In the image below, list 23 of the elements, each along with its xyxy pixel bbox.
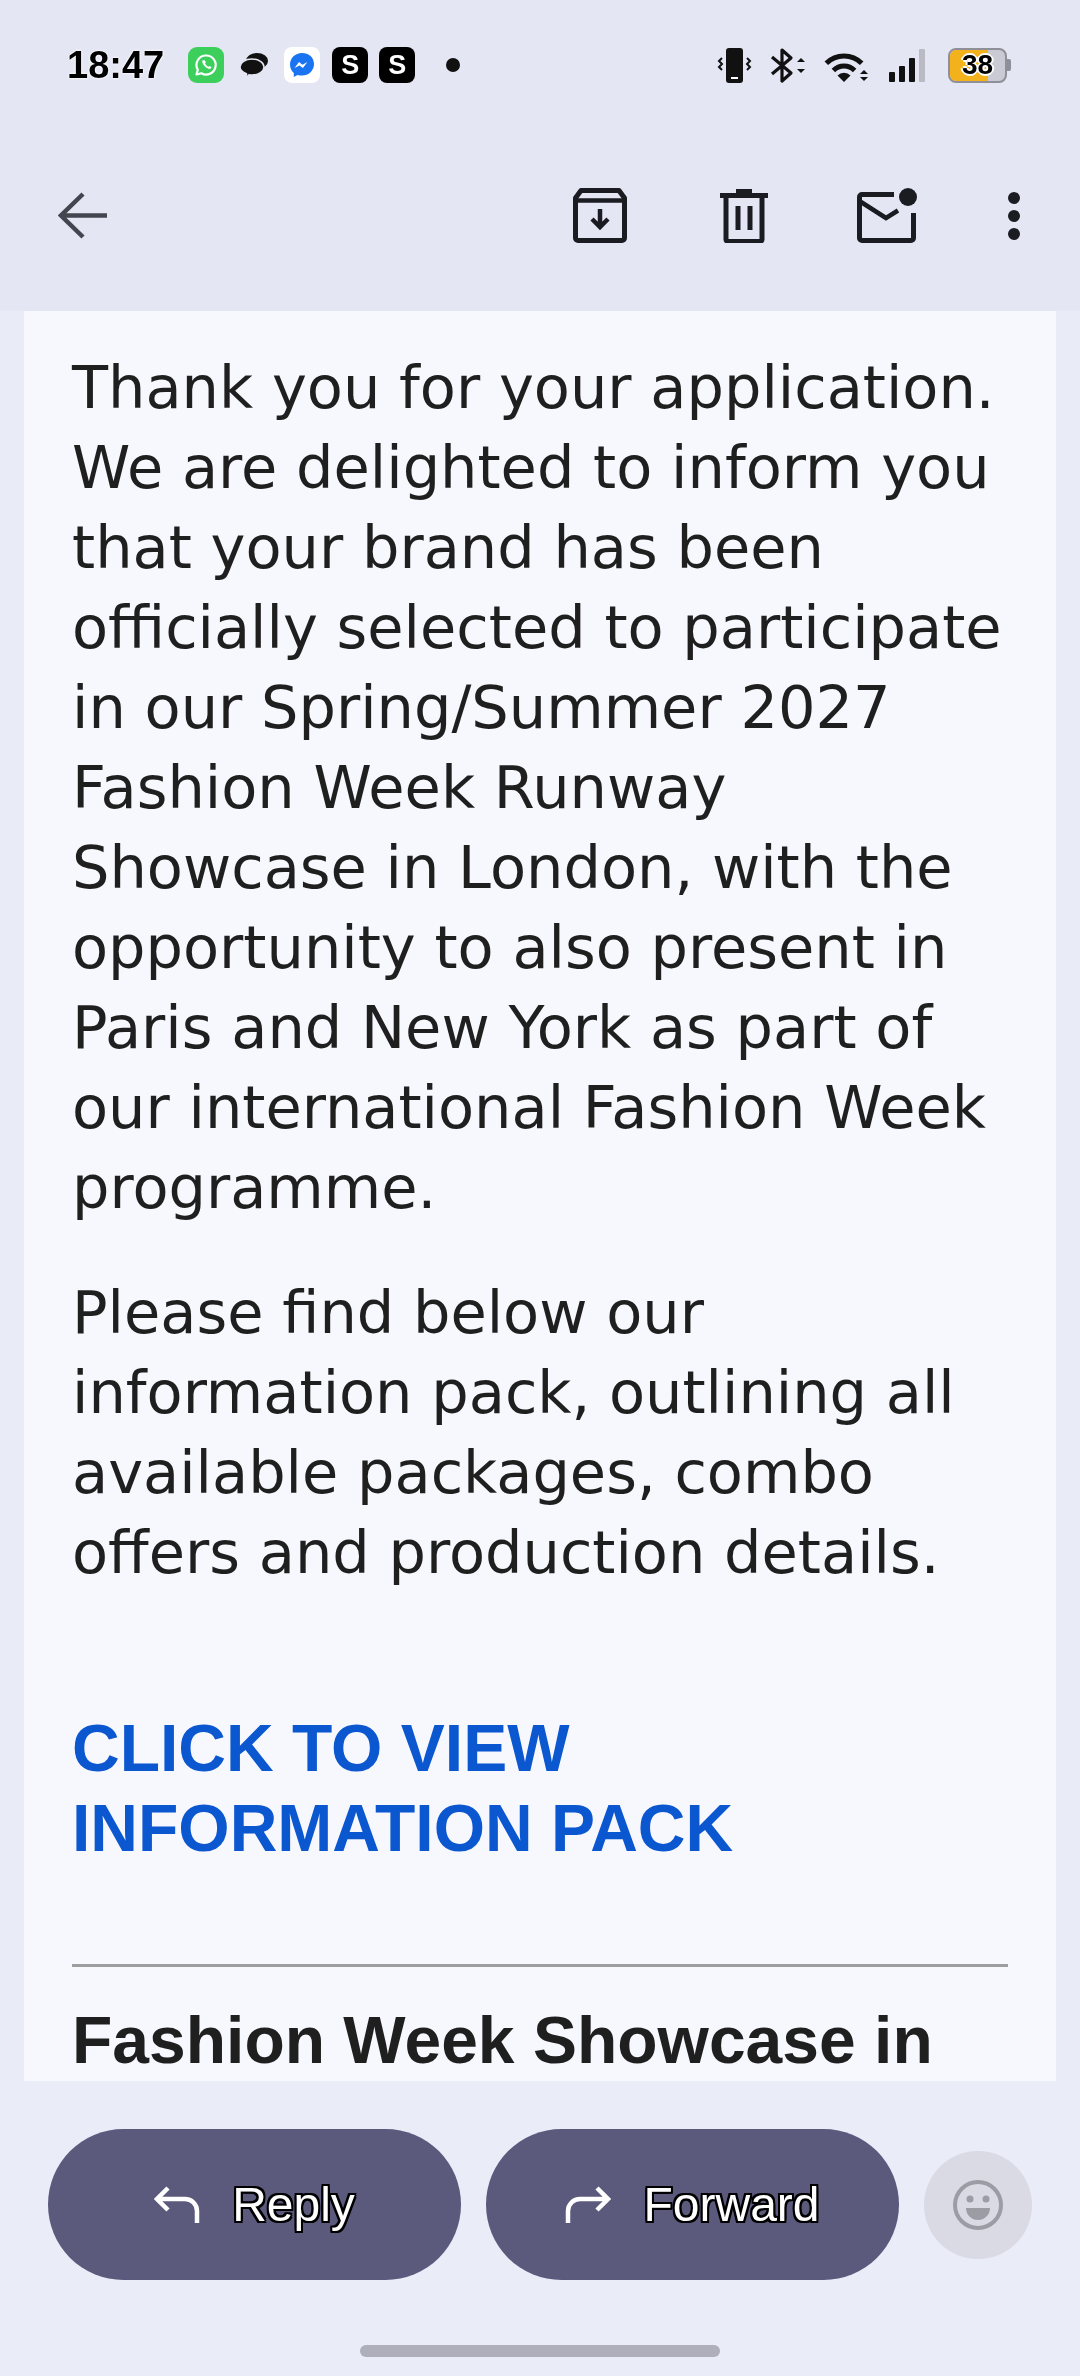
reply-arrow-icon <box>154 2184 201 2225</box>
chat-bubbles-icon <box>240 51 270 79</box>
app-tile: S <box>332 47 369 83</box>
vibrate-icon <box>716 46 753 84</box>
back-arrow-icon[interactable] <box>58 192 107 239</box>
email-paragraph: Thank you for your application. We are delighted to inform you that your brand has been officially selected to participate in our Spring/Summer 2027 Fashion Week Runway Showcase in London, with the opportunity to also present in Paris and New York as part of our international Fashion Week programme. <box>72 352 1003 1224</box>
trash-icon[interactable] <box>720 188 768 243</box>
dot-icon <box>446 58 461 72</box>
archive-icon[interactable] <box>573 188 627 243</box>
lightning-bubble-icon <box>284 47 321 83</box>
status-time: 18:47 <box>67 46 165 84</box>
app-tile: S <box>379 47 416 83</box>
section-heading: Fashion Week Showcase in <box>72 2005 934 2075</box>
signal-icon <box>888 47 928 83</box>
envelope-dot-icon[interactable] <box>857 188 918 243</box>
phone-bubble-icon <box>188 47 225 83</box>
reply-button[interactable]: Reply <box>48 2129 461 2280</box>
forward-arrow-icon <box>565 2184 612 2225</box>
email-paragraph: Please find below our information pack, outlining all available packages, combo offers and production details. <box>72 1277 956 1589</box>
bluetooth-icon <box>768 46 806 84</box>
forward-button[interactable]: Forward <box>486 2129 899 2280</box>
more-icon[interactable] <box>1008 191 1020 240</box>
information-pack-link[interactable]: CLICK TO VIEW INFORMATION PACK <box>72 1708 1008 1868</box>
